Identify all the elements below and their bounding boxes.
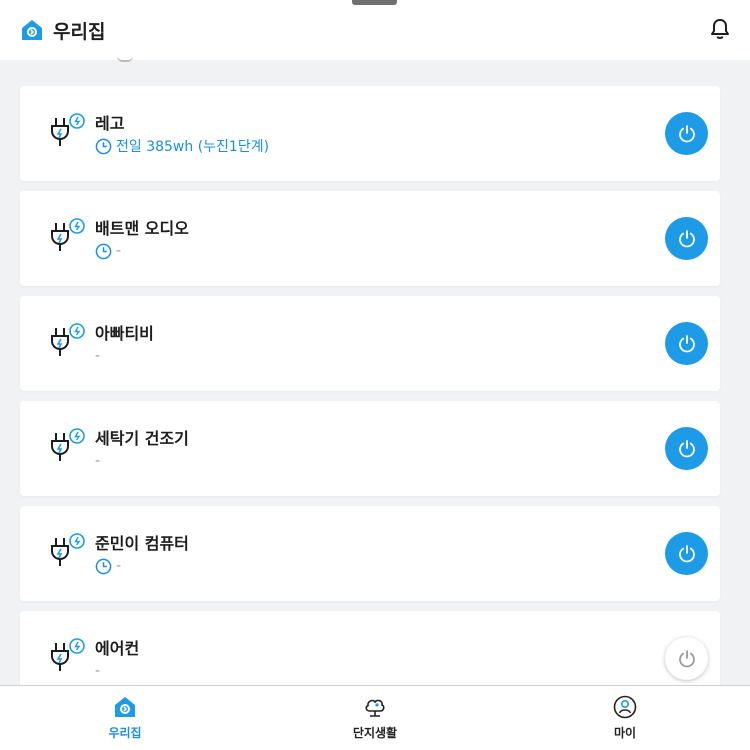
tab-home[interactable]: 우리집 <box>0 686 250 750</box>
device-usage-text: - <box>95 663 101 679</box>
bottom-tab-bar: 우리집 단지생활 마이 <box>0 685 750 750</box>
device-usage-text: 전일 385wh (누진1단계) <box>116 139 270 155</box>
device-usage: - <box>95 661 100 681</box>
power-toggle-button[interactable] <box>665 427 708 470</box>
device-card[interactable]: 준민이 컴퓨터 - <box>20 506 720 601</box>
device-name: 준민이 컴퓨터 <box>95 534 189 553</box>
power-toggle-button[interactable] <box>665 217 708 260</box>
clock-icon <box>95 558 112 574</box>
device-usage: - <box>95 241 121 261</box>
complex-life-icon <box>365 699 385 717</box>
tab-label: 우리집 <box>108 726 142 740</box>
drag-handle[interactable] <box>352 0 397 5</box>
smart-plug-icon <box>51 113 85 146</box>
tab-my[interactable]: 마이 <box>500 686 750 750</box>
smart-plug-icon <box>51 638 85 671</box>
tab-label: 마이 <box>613 726 637 740</box>
power-icon <box>678 439 695 457</box>
power-icon <box>678 229 695 247</box>
smart-plug-icon <box>51 218 85 251</box>
home-icon <box>115 697 135 717</box>
smart-plug-icon <box>51 323 85 356</box>
power-toggle-button[interactable] <box>665 532 708 575</box>
device-list: 레고 전일 385wh (누진1단계) 배트맨 오디오 - 아빠티비 - 세탁기 건조기 - 준… <box>20 86 720 716</box>
page-title: 우리집 <box>53 20 106 43</box>
tab-label: 단지생활 <box>352 726 398 740</box>
device-name: 세탁기 건조기 <box>95 429 189 448</box>
clock-icon <box>95 243 112 259</box>
device-usage: - <box>95 451 100 471</box>
device-usage-text: - <box>95 348 101 364</box>
power-icon <box>678 649 695 667</box>
device-name: 아빠티비 <box>95 324 154 343</box>
device-usage-text: - <box>116 243 122 259</box>
device-usage: - <box>95 556 121 576</box>
device-usage-text: - <box>95 453 101 469</box>
power-icon <box>678 544 695 562</box>
device-name: 에어컨 <box>95 639 140 658</box>
scrolled-content-edge <box>117 56 133 62</box>
device-name: 배트맨 오디오 <box>95 219 189 238</box>
home-logo-icon <box>22 20 42 40</box>
power-toggle-button[interactable] <box>665 112 708 155</box>
power-toggle-button[interactable] <box>665 637 708 680</box>
smart-plug-icon <box>51 533 85 566</box>
app-header: 우리집 <box>0 0 750 60</box>
device-usage-text: - <box>116 558 122 574</box>
power-icon <box>678 334 695 352</box>
device-usage: 전일 385wh (누진1단계) <box>95 136 269 156</box>
device-usage: - <box>95 346 100 366</box>
tab-complex-life[interactable]: 단지생활 <box>250 686 500 750</box>
my-profile-icon <box>613 695 637 719</box>
device-card[interactable]: 아빠티비 - <box>20 296 720 391</box>
clock-icon <box>95 138 112 154</box>
device-card[interactable]: 레고전일 385wh (누진1단계) <box>20 86 720 181</box>
smart-plug-icon <box>51 428 85 461</box>
power-toggle-button[interactable] <box>665 322 708 365</box>
device-name: 레고 <box>95 114 125 133</box>
device-card[interactable]: 배트맨 오디오 - <box>20 191 720 286</box>
bell-icon[interactable] <box>710 18 730 40</box>
power-icon <box>678 124 695 142</box>
device-card[interactable]: 세탁기 건조기 - <box>20 401 720 496</box>
